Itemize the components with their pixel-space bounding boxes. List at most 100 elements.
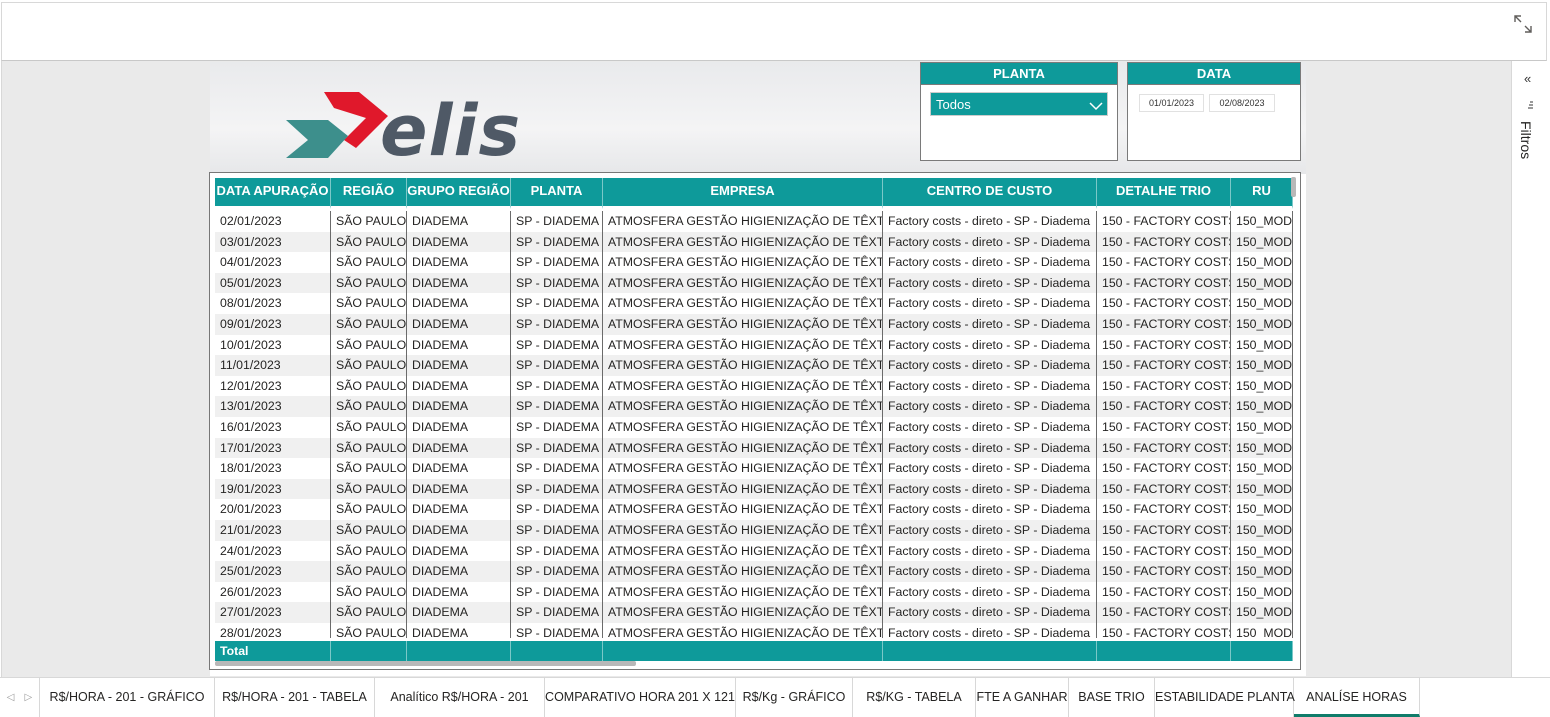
tab-7[interactable]: FTE A GANHAR xyxy=(976,678,1069,717)
elis-logo: elis xyxy=(284,82,544,172)
table-cell: DIADEMA xyxy=(407,375,511,397)
table-cell: Factory costs - direto - SP - Diadema xyxy=(883,355,1097,376)
table-cell: SP - DIADEMA xyxy=(511,416,603,438)
table-cell: DIADEMA xyxy=(407,313,511,335)
table-cell: SP - DIADEMA xyxy=(511,540,603,562)
table-row[interactable]: 10/01/2023 SÃO PAULO DIADEMA SP - DIADEMA AT… xyxy=(215,334,1293,356)
table-cell: 150_MOD xyxy=(1231,416,1293,438)
table-cell: SÃO PAULO xyxy=(331,252,407,273)
table-row[interactable]: 12/01/2023 SÃO PAULO DIADEMA SP - DIADEMA AT… xyxy=(215,375,1293,397)
end-date-input[interactable]: 02/08/2023 xyxy=(1209,94,1275,112)
filter-icon xyxy=(1526,101,1534,112)
table-cell: SP - DIADEMA xyxy=(511,602,603,623)
table-cell: Factory costs - direto - SP - Diadema xyxy=(883,540,1097,562)
table-cell: DIADEMA xyxy=(407,355,511,376)
table-cell: DIADEMA xyxy=(407,478,511,500)
column-header[interactable]: GRUPO REGIÃO xyxy=(407,178,511,209)
table-cell: 08/01/2023 xyxy=(215,293,331,314)
table-cell: 150 - FACTORY COSTS xyxy=(1097,231,1231,253)
expand-icon[interactable] xyxy=(1512,13,1534,35)
table-cell: 150_MOD xyxy=(1231,313,1293,335)
filters-label[interactable]: Filtros xyxy=(1518,121,1534,159)
tab-9[interactable]: ESTABILIDADE PLANTA xyxy=(1155,678,1295,717)
table-cell: SÃO PAULO xyxy=(331,231,407,253)
column-header[interactable]: CENTRO DE CUSTO xyxy=(883,178,1097,209)
table-row[interactable]: 28/01/2023 SÃO PAULO DIADEMA SP - DIADEMA AT… xyxy=(215,622,1293,638)
tab-10[interactable]: ANALÍSE HORAS xyxy=(1294,678,1420,717)
table-cell: SP - DIADEMA xyxy=(511,252,603,273)
table-row[interactable]: 08/01/2023 SÃO PAULO DIADEMA SP - DIADEMA AT… xyxy=(215,293,1293,314)
tab-6[interactable]: R$/KG - TABELA xyxy=(853,678,976,717)
table-row[interactable]: 24/01/2023 SÃO PAULO DIADEMA SP - DIADEMA AT… xyxy=(215,540,1293,562)
table-cell: SP - DIADEMA xyxy=(511,355,603,376)
tab-5[interactable]: R$/Kg - GRÁFICO xyxy=(736,678,853,717)
column-header[interactable]: DETALHE TRIO xyxy=(1097,178,1231,209)
table-cell: SP - DIADEMA xyxy=(511,581,603,603)
table-cell: 150 - FACTORY COSTS xyxy=(1097,499,1231,520)
column-header[interactable]: EMPRESA xyxy=(603,178,883,209)
table-cell: SÃO PAULO xyxy=(331,458,407,479)
table-cell: SÃO PAULO xyxy=(331,355,407,376)
table-cell: ATMOSFERA GESTÃO HIGIENIZAÇÃO DE TÊXTEIS xyxy=(603,416,883,438)
tab-prev-icon[interactable]: ◁ xyxy=(7,692,15,703)
total-cell xyxy=(331,641,407,661)
table-cell: DIADEMA xyxy=(407,458,511,479)
table-cell: DIADEMA xyxy=(407,540,511,562)
table-cell: ATMOSFERA GESTÃO HIGIENIZAÇÃO DE TÊXTEIS xyxy=(603,540,883,562)
column-header[interactable]: RU xyxy=(1231,178,1293,209)
table-cell: Factory costs - direto - SP - Diadema xyxy=(883,252,1097,273)
table-row[interactable]: 09/01/2023 SÃO PAULO DIADEMA SP - DIADEMA AT… xyxy=(215,313,1293,335)
table-cell: 150_MOD xyxy=(1231,355,1293,376)
tab-next-icon[interactable]: ▷ xyxy=(25,692,33,703)
table-cell: Factory costs - direto - SP - Diadema xyxy=(883,622,1097,638)
table-row[interactable]: 13/01/2023 SÃO PAULO DIADEMA SP - DIADEMA AT… xyxy=(215,396,1293,417)
planta-slicer-title: PLANTA xyxy=(921,63,1117,85)
table-row[interactable]: 21/01/2023 SÃO PAULO DIADEMA SP - DIADEMA AT… xyxy=(215,519,1293,541)
table-row[interactable]: 19/01/2023 SÃO PAULO DIADEMA SP - DIADEMA AT… xyxy=(215,478,1293,500)
table-cell: 150 - FACTORY COSTS xyxy=(1097,313,1231,335)
table-cell: 24/01/2023 xyxy=(215,540,331,562)
table-cell: ATMOSFERA GESTÃO HIGIENIZAÇÃO DE TÊXTEIS xyxy=(603,334,883,356)
table-row[interactable]: 05/01/2023 SÃO PAULO DIADEMA SP - DIADEMA AT… xyxy=(215,272,1293,294)
table-row[interactable]: 03/01/2023 SÃO PAULO DIADEMA SP - DIADEMA AT… xyxy=(215,231,1293,253)
horizontal-scrollbar[interactable] xyxy=(215,661,636,666)
table-row[interactable]: 02/01/2023 SÃO PAULO DIADEMA SP - DIADEMA AT… xyxy=(215,211,1293,232)
total-row: Total xyxy=(215,641,1293,661)
table-cell: ATMOSFERA GESTÃO HIGIENIZAÇÃO DE TÊXTEIS xyxy=(603,519,883,541)
table-row[interactable]: 04/01/2023 SÃO PAULO DIADEMA SP - DIADEMA AT… xyxy=(215,252,1293,273)
filters-pane[interactable]: « Filtros xyxy=(1511,61,1548,677)
table-cell: 150 - FACTORY COSTS xyxy=(1097,252,1231,273)
table-cell: 150 - FACTORY COSTS xyxy=(1097,211,1231,232)
table-row[interactable]: 20/01/2023 SÃO PAULO DIADEMA SP - DIADEMA AT… xyxy=(215,499,1293,520)
chevron-double-left-icon[interactable]: « xyxy=(1524,71,1531,86)
table-cell: SÃO PAULO xyxy=(331,519,407,541)
table-cell: ATMOSFERA GESTÃO HIGIENIZAÇÃO DE TÊXTEIS xyxy=(603,272,883,294)
table-cell: 12/01/2023 xyxy=(215,375,331,397)
planta-dropdown[interactable]: Todos xyxy=(930,92,1108,116)
tab-1[interactable]: R$/HORA - 201 - GRÁFICO xyxy=(40,678,215,717)
table-row[interactable]: 16/01/2023 SÃO PAULO DIADEMA SP - DIADEMA AT… xyxy=(215,416,1293,438)
table-row[interactable]: 17/01/2023 SÃO PAULO DIADEMA SP - DIADEMA AT… xyxy=(215,437,1293,459)
tab-8[interactable]: BASE TRIO xyxy=(1069,678,1155,717)
table-cell: Factory costs - direto - SP - Diadema xyxy=(883,313,1097,335)
vertical-scrollbar[interactable] xyxy=(1291,177,1296,197)
table-row[interactable]: 18/01/2023 SÃO PAULO DIADEMA SP - DIADEMA AT… xyxy=(215,458,1293,479)
table-cell: Factory costs - direto - SP - Diadema xyxy=(883,519,1097,541)
start-date-input[interactable]: 01/01/2023 xyxy=(1139,94,1204,112)
column-header[interactable]: REGIÃO xyxy=(331,178,407,209)
table-cell: 150 - FACTORY COSTS xyxy=(1097,602,1231,623)
table-cell: Factory costs - direto - SP - Diadema xyxy=(883,396,1097,417)
data-slicer: DATA 01/01/2023 02/08/2023 xyxy=(1127,62,1301,161)
table-cell: 150_MOD xyxy=(1231,458,1293,479)
tab-2[interactable]: R$/HORA - 201 - TABELA xyxy=(215,678,375,717)
column-header[interactable]: DATA APURAÇÃO xyxy=(215,178,331,209)
tab-3[interactable]: Analítico R$/HORA - 201 xyxy=(375,678,545,717)
tab-4[interactable]: COMPARATIVO HORA 201 X 121 xyxy=(545,678,736,717)
table-row[interactable]: 27/01/2023 SÃO PAULO DIADEMA SP - DIADEMA AT… xyxy=(215,602,1293,623)
table-row[interactable]: 25/01/2023 SÃO PAULO DIADEMA SP - DIADEMA AT… xyxy=(215,561,1293,582)
table-row[interactable]: 26/01/2023 SÃO PAULO DIADEMA SP - DIADEMA AT… xyxy=(215,581,1293,603)
table-cell: 150_MOD xyxy=(1231,519,1293,541)
column-header[interactable]: PLANTA xyxy=(511,178,603,209)
table-cell: DIADEMA xyxy=(407,334,511,356)
table-row[interactable]: 11/01/2023 SÃO PAULO DIADEMA SP - DIADEMA AT… xyxy=(215,355,1293,376)
